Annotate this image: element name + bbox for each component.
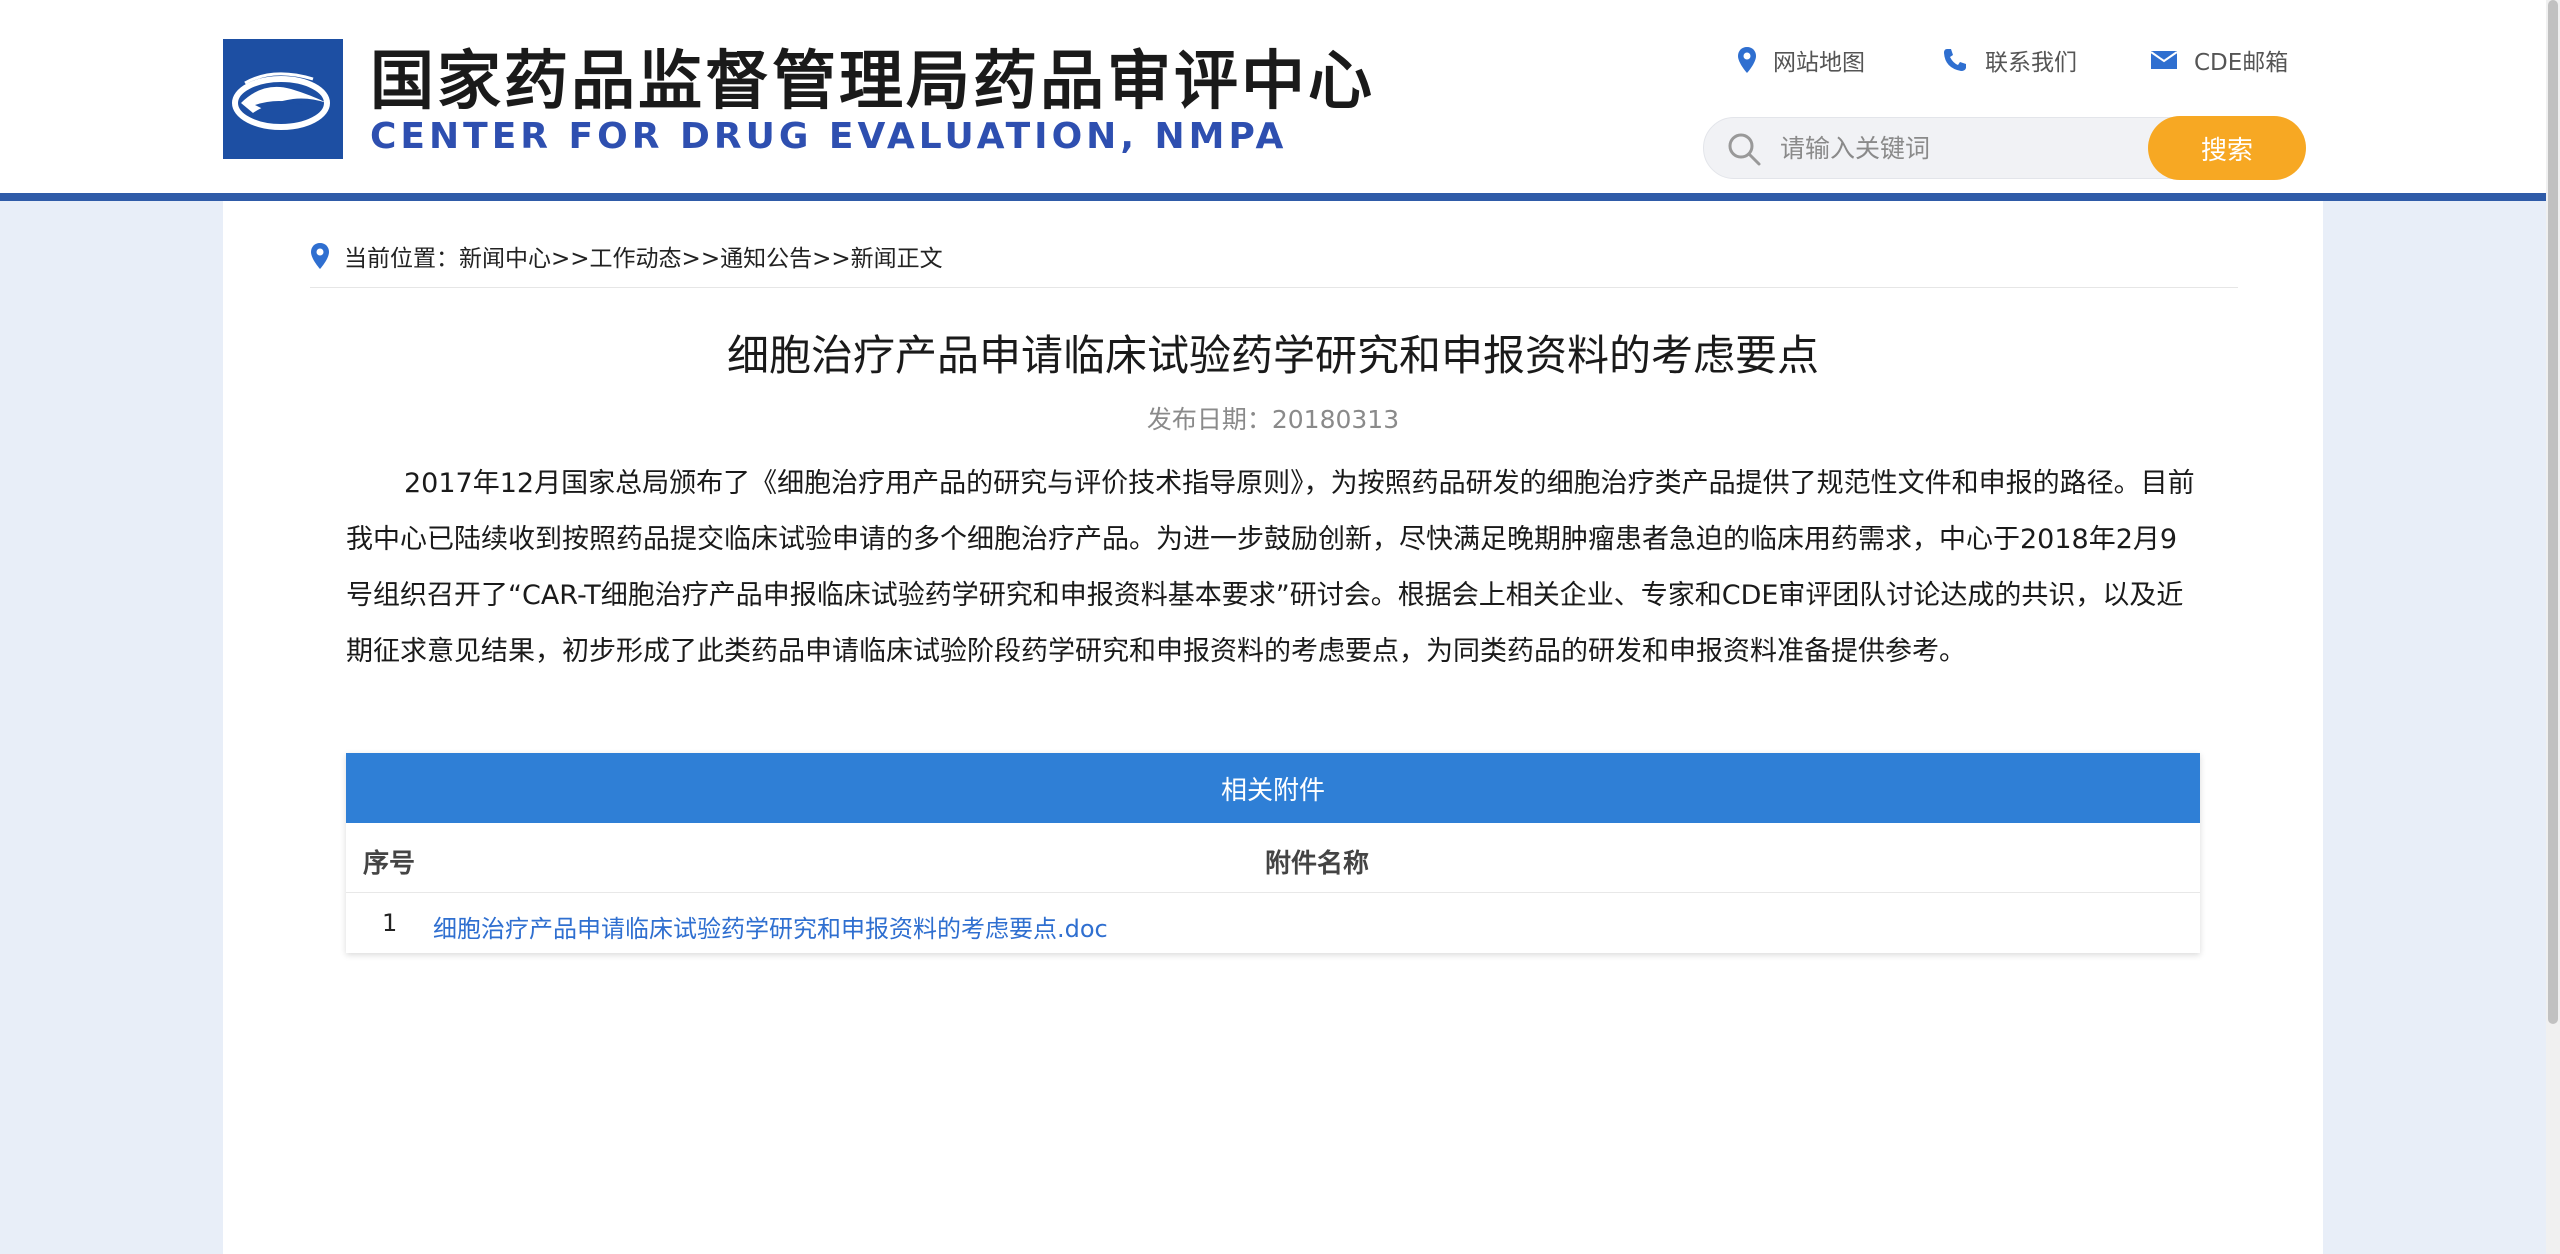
sitemap-link[interactable]: 网站地图	[1737, 44, 1865, 76]
site-title-cn: 国家药品监督管理局药品审评中心	[370, 45, 1375, 119]
logo-emblem-icon	[232, 72, 330, 130]
attachment-link[interactable]: 细胞治疗产品申请临床试验药学研究和申报资料的考虑要点.doc	[433, 909, 1108, 944]
attachments-table: 相关附件 序号 附件名称 1 细胞治疗产品申请临床试验药学研究和申报资料的考虑要…	[346, 753, 2200, 953]
contact-label: 联系我们	[1985, 50, 2077, 76]
attachments-header-label: 相关附件	[1220, 775, 1325, 806]
site-title-en: CENTER FOR DRUG EVALUATION, NMPA	[370, 116, 1288, 157]
location-pin-icon	[1738, 47, 1756, 73]
scrollbar-thumb[interactable]	[2548, 0, 2558, 1024]
breadcrumb-path[interactable]: 新闻中心>>工作动态>>通知公告>>新闻正文	[459, 239, 943, 273]
search-input[interactable]	[1780, 124, 2110, 172]
search-button[interactable]: 搜索	[2148, 116, 2306, 180]
search-icon	[1728, 133, 1761, 166]
table-row: 1 细胞治疗产品申请临床试验药学研究和申报资料的考虑要点.doc	[346, 893, 2200, 953]
mail-label: CDE邮箱	[2194, 50, 2289, 76]
contact-link[interactable]: 联系我们	[1941, 44, 2077, 76]
breadcrumb: 当前位置： 新闻中心>>工作动态>>通知公告>>新闻正文	[310, 236, 943, 276]
attachments-column-headers: 序号 附件名称	[346, 823, 2200, 893]
location-pin-icon	[311, 243, 329, 269]
sitemap-label: 网站地图	[1773, 50, 1865, 76]
attachments-header: 相关附件	[346, 753, 2200, 823]
article-title: 细胞治疗产品申请临床试验药学研究和申报资料的考虑要点	[726, 331, 1819, 380]
mail-link[interactable]: CDE邮箱	[2150, 44, 2288, 76]
breadcrumb-divider	[310, 287, 2238, 288]
cde-logo[interactable]	[223, 39, 343, 159]
header-divider	[0, 193, 2546, 201]
publish-date: 发布日期：20180313	[1146, 405, 1400, 434]
phone-icon	[1944, 49, 1966, 71]
breadcrumb-prefix: 当前位置：	[344, 246, 459, 272]
mail-icon	[2150, 51, 2178, 69]
row-index: 1	[382, 909, 398, 937]
col-name-header: 附件名称	[1265, 849, 1370, 879]
article-body: 2017年12月国家总局颁布了《细胞治疗用产品的研究与评价技术指导原则》，为按照…	[346, 468, 2195, 667]
col-index-header: 序号	[363, 849, 416, 879]
